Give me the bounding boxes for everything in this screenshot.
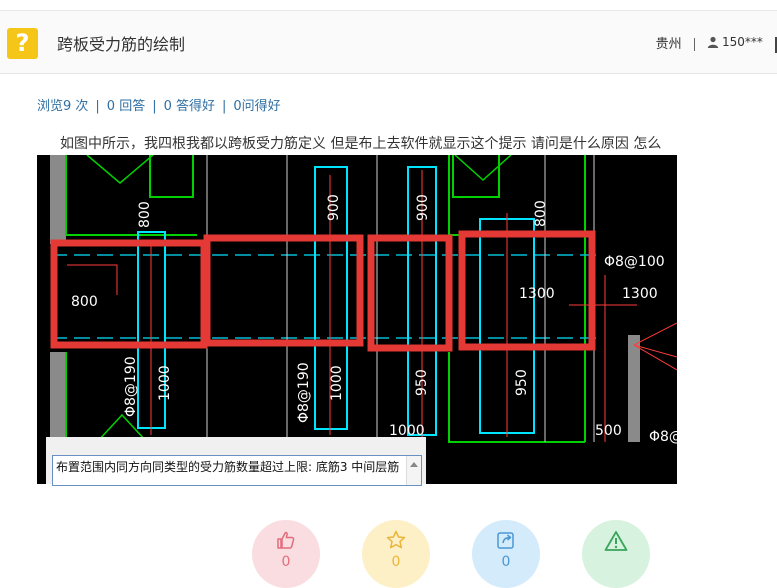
rebar-spec-label: Φ8@190 [296, 362, 312, 423]
answers-count[interactable]: 0 回答 [107, 95, 145, 114]
warning-icon [604, 531, 628, 551]
dim-label: 950 [514, 369, 530, 396]
dim-label: 1000 [329, 365, 345, 401]
share-button[interactable]: 0 [472, 520, 540, 588]
cad-screenshot: 800 900 900 800 Φ8@100 800 1300 1300 100… [37, 155, 677, 484]
thumbs-up-icon [277, 531, 295, 549]
dim-label: 1300 [519, 286, 555, 302]
error-dialog: 布置范围内同方向同类型的受力筋数量超过上限: 底筋3 中间层筋 [46, 437, 426, 486]
dim-label: 500 [595, 423, 622, 439]
rebar-spec-label: Φ8@ [649, 429, 677, 445]
star-icon [386, 530, 406, 549]
stats-separator: | [222, 99, 227, 114]
stats-separator: | [152, 99, 157, 114]
stats-separator: | [95, 99, 100, 114]
share-count: 0 [501, 554, 511, 570]
like-button[interactable]: 0 [252, 520, 320, 588]
dim-label: 800 [533, 200, 549, 227]
report-button[interactable] [582, 520, 650, 588]
question-header: ? 跨板受力筋的绘制 贵州 150*** [0, 11, 777, 74]
question-title: 跨板受力筋的绘制 [57, 35, 186, 54]
asker-name: 150*** [721, 35, 763, 49]
favorite-count: 0 [391, 554, 401, 570]
share-icon [497, 532, 514, 549]
error-message-box[interactable]: 布置范围内同方向同类型的受力筋数量超过上限: 底筋3 中间层筋 [52, 455, 422, 486]
favorite-button[interactable]: 0 [362, 520, 430, 588]
dim-label: 800 [137, 201, 153, 228]
location-label: 贵州 [655, 37, 682, 52]
dim-label: 900 [415, 194, 431, 221]
meta-separator [693, 38, 695, 51]
question-mark-icon: ? [7, 28, 38, 59]
dim-label: 1300 [622, 286, 658, 302]
cad-drawing: 800 900 900 800 Φ8@100 800 1300 1300 100… [37, 155, 677, 484]
good-questions-count: 0问得好 [233, 99, 281, 114]
rebar-spec-label: Φ8@100 [604, 254, 665, 270]
user-icon [707, 36, 719, 48]
question-meta: 贵州 150*** [656, 33, 777, 53]
dim-label: 950 [414, 369, 430, 396]
good-answers-count: 0 答得好 [163, 99, 215, 114]
like-count: 0 [281, 554, 291, 570]
views-count: 浏览9 次 [37, 99, 89, 114]
question-stats: 浏览9 次 | 0 回答 | 0 答得好 | 0问得好 [37, 95, 281, 114]
question-body: 如图中所示，我四根我都以跨板受力筋定义 但是布上去软件就显示这个提示 请问是什么… [60, 136, 662, 152]
asker-user[interactable]: 150*** [707, 35, 763, 49]
dim-label: 900 [326, 194, 342, 221]
error-message: 布置范围内同方向同类型的受力筋数量超过上限: 底筋3 中间层筋 [56, 460, 400, 474]
scroll-up-arrow[interactable] [406, 456, 421, 485]
dim-label: 800 [71, 294, 98, 310]
dim-label: 1000 [157, 365, 173, 401]
rebar-spec-label: Φ8@190 [123, 356, 139, 417]
